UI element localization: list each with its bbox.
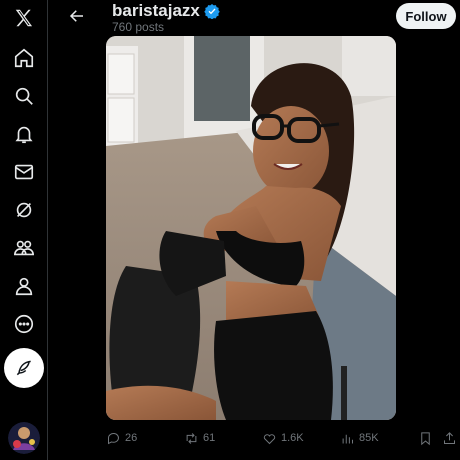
bookmark-button[interactable]	[418, 428, 433, 448]
x-logo-icon[interactable]	[8, 2, 40, 34]
search-icon[interactable]	[8, 80, 40, 112]
post-action-bar: 26 61 1.6K 85K	[100, 428, 460, 448]
bell-icon[interactable]	[8, 118, 40, 150]
compose-post-button[interactable]	[4, 348, 44, 388]
more-icon[interactable]	[8, 308, 40, 340]
left-nav	[0, 0, 48, 460]
reply-count: 26	[125, 432, 138, 444]
back-button[interactable]	[66, 5, 88, 27]
avatar[interactable]	[8, 422, 40, 454]
repost-button[interactable]: 61	[184, 428, 215, 448]
arrow-left-icon	[69, 10, 83, 22]
reply-icon	[108, 432, 119, 444]
home-icon[interactable]	[8, 42, 40, 74]
bookmark-icon	[421, 431, 430, 445]
like-count: 1.6K	[281, 432, 304, 444]
share-button[interactable]	[442, 428, 457, 448]
grok-icon[interactable]	[8, 194, 40, 226]
profile-icon[interactable]	[8, 270, 40, 302]
like-button[interactable]: 1.6K	[262, 428, 304, 448]
share-icon	[444, 431, 455, 444]
verified-badge-icon	[204, 4, 220, 19]
handle-text: baristajazx	[112, 1, 200, 20]
post-media-image[interactable]	[106, 36, 396, 420]
feather-icon	[16, 360, 31, 376]
views-button[interactable]: 85K	[340, 428, 379, 448]
view-count: 85K	[359, 432, 379, 444]
repost-count: 61	[203, 432, 216, 444]
views-icon	[342, 434, 353, 443]
follow-button[interactable]: Follow	[396, 3, 456, 29]
heart-icon	[263, 433, 276, 444]
posts-count: 760 posts	[112, 20, 165, 34]
repost-icon	[186, 432, 197, 444]
mail-icon[interactable]	[8, 156, 40, 188]
communities-icon[interactable]	[8, 232, 40, 264]
profile-handle[interactable]: baristajazx	[112, 1, 220, 21]
reply-button[interactable]: 26	[106, 428, 137, 448]
